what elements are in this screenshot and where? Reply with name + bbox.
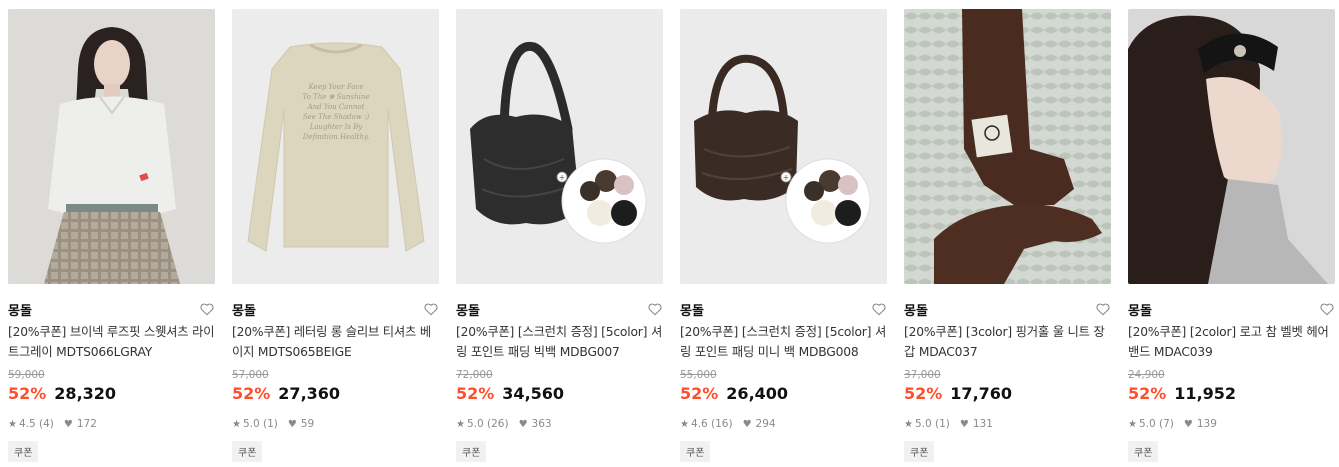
brand-name[interactable]: 몽돌: [680, 300, 704, 319]
heart-icon: ♥: [742, 418, 752, 430]
sale-price: 26,400: [726, 384, 789, 403]
star-icon: ★: [232, 418, 241, 430]
product-title[interactable]: [20%쿠폰] 레터링 롱 슬리브 티셔츠 베이지 MDTS065BEIGE: [232, 322, 439, 362]
heart-icon: ♥: [287, 418, 297, 430]
like-count: 172: [76, 418, 97, 430]
brand-name[interactable]: 몽돌: [1128, 300, 1152, 319]
svg-text:+: +: [783, 173, 790, 182]
original-price: 55,000: [680, 369, 717, 381]
wishlist-heart-icon[interactable]: [647, 301, 663, 317]
rating: 4.5 (4): [18, 418, 54, 430]
heart-icon: ♥: [518, 418, 528, 430]
rating: 5.0 (1): [914, 418, 950, 430]
coupon-badge: 쿠폰: [232, 441, 263, 462]
coupon-badge: 쿠폰: [680, 441, 711, 462]
coupon-badge: 쿠폰: [456, 441, 487, 462]
rating: 4.6 (16): [690, 418, 733, 430]
wishlist-heart-icon[interactable]: [871, 301, 887, 317]
product-title[interactable]: [20%쿠폰] [스크런치 증정] [5color] 셔링 포인트 패딩 빅백 …: [456, 322, 663, 362]
wishlist-heart-icon[interactable]: [423, 301, 439, 317]
wishlist-heart-icon[interactable]: [1319, 301, 1335, 317]
print-line: Definition Healthy.: [302, 133, 369, 141]
product-card[interactable]: 몽돌 [20%쿠폰] 브이넥 루즈핏 스웻셔츠 라이트그레이 MDTS066LG…: [8, 9, 215, 462]
brand-name[interactable]: 몽돌: [232, 300, 256, 319]
print-line: And You Cannot: [307, 103, 365, 111]
product-image[interactable]: [8, 9, 215, 284]
discount-rate: 52%: [456, 384, 495, 403]
coupon-badge: 쿠폰: [1128, 441, 1159, 462]
original-price: 24,900: [1128, 369, 1165, 381]
svg-text:+: +: [559, 173, 566, 182]
star-icon: ★: [1128, 418, 1137, 430]
product-image[interactable]: +: [456, 9, 663, 284]
product-card[interactable]: 몽돌 [20%쿠폰] [3color] 핑거홀 울 니트 장갑 MDAC037 …: [904, 9, 1111, 462]
star-icon: ★: [680, 418, 689, 430]
sale-price: 28,320: [54, 384, 117, 403]
like-count: 139: [1196, 418, 1217, 430]
product-title[interactable]: [20%쿠폰] 브이넥 루즈핏 스웻셔츠 라이트그레이 MDTS066LGRAY: [8, 322, 215, 362]
product-image[interactable]: [904, 9, 1111, 284]
rating: 5.0 (7): [1138, 418, 1174, 430]
product-title[interactable]: [20%쿠폰] [3color] 핑거홀 울 니트 장갑 MDAC037: [904, 322, 1111, 362]
discount-rate: 52%: [680, 384, 719, 403]
original-price: 59,000: [8, 369, 45, 381]
discount-rate: 52%: [904, 384, 943, 403]
sale-price: 34,560: [502, 384, 565, 403]
product-card[interactable]: 몽돌 [20%쿠폰] [2color] 로고 참 벨벳 헤어밴드 MDAC039…: [1128, 9, 1335, 462]
heart-icon: ♥: [1183, 418, 1193, 430]
coupon-badge: 쿠폰: [8, 441, 39, 462]
like-count: 131: [972, 418, 993, 430]
discount-rate: 52%: [1128, 384, 1167, 403]
heart-icon: ♥: [63, 418, 73, 430]
product-title[interactable]: [20%쿠폰] [스크런치 증정] [5color] 셔링 포인트 패딩 미니 …: [680, 322, 887, 362]
star-icon: ★: [904, 418, 913, 430]
discount-rate: 52%: [8, 384, 47, 403]
wishlist-heart-icon[interactable]: [199, 301, 215, 317]
print-line: See The Shadow :): [303, 113, 370, 121]
rating: 5.0 (26): [466, 418, 509, 430]
sale-price: 17,760: [950, 384, 1013, 403]
print-line: Keep Your Face: [308, 83, 364, 91]
product-image[interactable]: [1128, 9, 1335, 284]
like-count: 59: [300, 418, 315, 430]
original-price: 72,000: [456, 369, 493, 381]
rating: 5.0 (1): [242, 418, 278, 430]
product-image[interactable]: +: [680, 9, 887, 284]
coupon-badge: 쿠폰: [904, 441, 935, 462]
product-card[interactable]: + 몽돌 [20%쿠폰] [스크런치 증정] [5color] 셔링 포인트 패…: [456, 9, 663, 462]
original-price: 37,000: [904, 369, 941, 381]
like-count: 363: [531, 418, 552, 430]
product-title[interactable]: [20%쿠폰] [2color] 로고 참 벨벳 헤어밴드 MDAC039: [1128, 322, 1335, 362]
brand-name[interactable]: 몽돌: [456, 300, 480, 319]
print-line: Laughter Is By: [309, 123, 364, 131]
discount-rate: 52%: [232, 384, 271, 403]
product-grid: 몽돌 [20%쿠폰] 브이넥 루즈핏 스웻셔츠 라이트그레이 MDTS066LG…: [8, 9, 1335, 462]
print-line: To The ❀ Sunshine: [302, 93, 369, 101]
product-image[interactable]: Keep Your Face To The ❀ Sunshine And You…: [232, 9, 439, 284]
original-price: 57,000: [232, 369, 269, 381]
star-icon: ★: [456, 418, 465, 430]
wishlist-heart-icon[interactable]: [1095, 301, 1111, 317]
sale-price: 27,360: [278, 384, 341, 403]
brand-name[interactable]: 몽돌: [8, 300, 32, 319]
sale-price: 11,952: [1174, 384, 1237, 403]
product-card[interactable]: + 몽돌 [20%쿠폰] [스크런치 증정] [5color] 셔링 포인트 패…: [680, 9, 887, 462]
product-card[interactable]: Keep Your Face To The ❀ Sunshine And You…: [232, 9, 439, 462]
like-count: 294: [755, 418, 776, 430]
brand-name[interactable]: 몽돌: [904, 300, 928, 319]
heart-icon: ♥: [959, 418, 969, 430]
star-icon: ★: [8, 418, 17, 430]
